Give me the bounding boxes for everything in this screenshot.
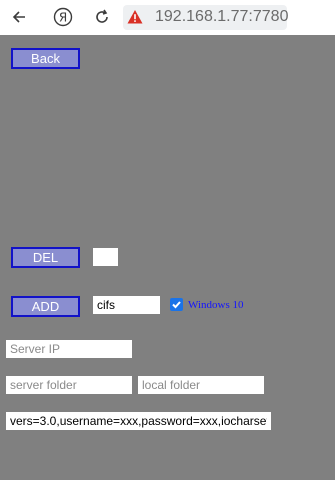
windows-checkbox[interactable] bbox=[170, 298, 183, 311]
add-button[interactable]: ADD bbox=[11, 296, 80, 317]
windows-checkbox-label: Windows 10 bbox=[188, 299, 244, 311]
arrow-left-icon[interactable] bbox=[6, 4, 32, 30]
back-button[interactable]: Back bbox=[11, 48, 80, 69]
checkmark-icon bbox=[172, 301, 181, 309]
del-button[interactable]: DEL bbox=[11, 247, 80, 268]
type-field[interactable] bbox=[93, 296, 160, 314]
server-ip-input[interactable] bbox=[6, 340, 132, 358]
yandex-logo-icon[interactable]: Я bbox=[50, 4, 76, 30]
mount-options-input[interactable] bbox=[6, 412, 271, 430]
address-url: 192.168.1.77:7780 bbox=[155, 8, 289, 25]
warning-triangle-icon[interactable] bbox=[127, 9, 143, 25]
address-bar[interactable]: 192.168.1.77:7780 bbox=[123, 5, 289, 30]
local-folder-input[interactable] bbox=[138, 376, 264, 394]
browser-toolbar: Я 192.168.1.77:7780 bbox=[0, 0, 335, 35]
del-field[interactable] bbox=[93, 248, 118, 266]
reload-icon[interactable] bbox=[89, 4, 115, 30]
svg-text:Я: Я bbox=[59, 11, 67, 25]
server-folder-input[interactable] bbox=[6, 376, 132, 394]
